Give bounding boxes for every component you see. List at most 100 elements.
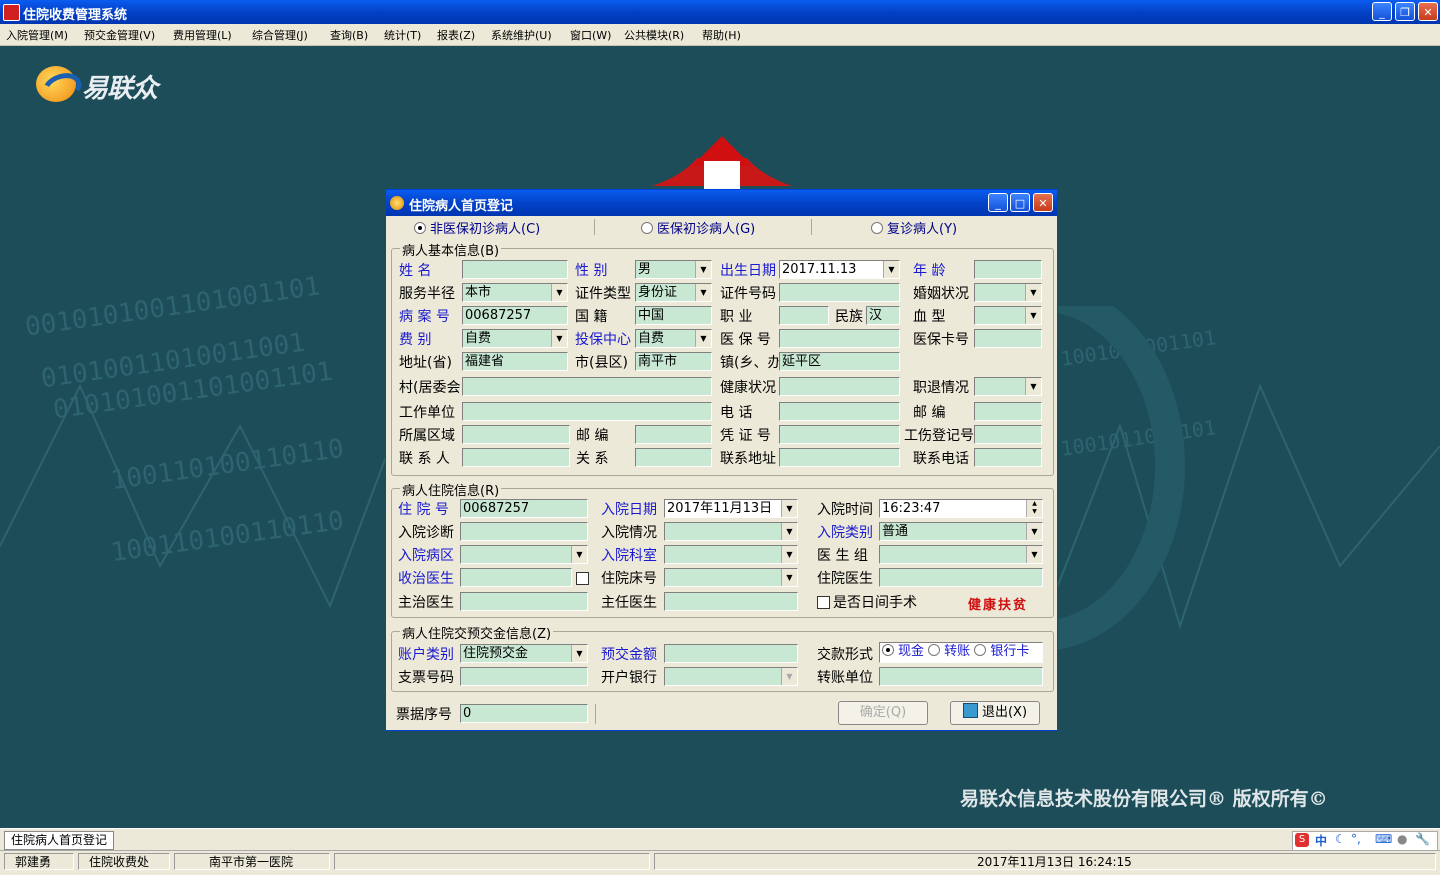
id-type-select[interactable]: 身份证 ▼ <box>635 283 712 302</box>
menu-public[interactable]: 公共模块(R) <box>624 27 684 43</box>
id-no-input[interactable] <box>779 283 900 302</box>
postcode-input[interactable] <box>974 402 1042 421</box>
job-input[interactable] <box>779 306 829 325</box>
chevron-down-icon[interactable]: ▼ <box>883 261 899 278</box>
bank-select[interactable]: ▼ <box>664 667 798 686</box>
chevron-down-icon[interactable]: ▼ <box>1025 307 1041 324</box>
admit-type-select[interactable]: 普通 ▼ <box>879 522 1043 541</box>
menu-reports[interactable]: 报表(Z) <box>437 27 475 43</box>
inpatient-no-input[interactable]: 00687257 <box>460 499 588 518</box>
menu-help[interactable]: 帮助(H) <box>702 27 741 43</box>
ethnic-input[interactable]: 汉 <box>866 306 900 325</box>
pay-cash-radio[interactable]: 现金 <box>882 644 924 659</box>
menu-window[interactable]: 窗口(W) <box>570 27 611 43</box>
ok-button[interactable]: 确定(Q) <box>838 701 928 725</box>
fee-type-select[interactable]: 自费 ▼ <box>462 329 568 348</box>
app-icon[interactable] <box>3 4 20 21</box>
chevron-down-icon[interactable]: ▼ <box>551 284 567 301</box>
ward-select[interactable]: ▼ <box>460 545 588 564</box>
phone-input[interactable] <box>779 402 900 421</box>
chevron-down-icon[interactable]: ▼ <box>781 569 797 586</box>
chevron-down-icon[interactable]: ▼ <box>571 645 587 662</box>
contact-addr-input[interactable] <box>779 448 900 467</box>
attending-checkbox[interactable] <box>576 572 589 585</box>
tab-non-insured-new[interactable]: 非医保初诊病人(C) <box>414 218 540 237</box>
chevron-down-icon[interactable]: ▼ <box>781 546 797 563</box>
account-type-select[interactable]: 住院预交金 ▼ <box>460 644 588 663</box>
dept-select[interactable]: ▼ <box>664 545 798 564</box>
menu-stats[interactable]: 统计(T) <box>384 27 421 43</box>
chevron-down-icon[interactable]: ▼ <box>781 523 797 540</box>
contact-input[interactable] <box>462 448 570 467</box>
chevron-down-icon[interactable]: ▼ <box>781 500 797 517</box>
exit-button[interactable]: 退出(X) <box>950 701 1040 725</box>
record-no-input[interactable]: 00687257 <box>462 306 568 325</box>
bed-select[interactable]: ▼ <box>664 568 798 587</box>
restore-button[interactable]: ❐ <box>1395 2 1415 21</box>
tab-insured-new[interactable]: 医保初诊病人(G) <box>641 218 755 237</box>
chevron-down-icon[interactable]: ▼ <box>781 668 797 685</box>
work-unit-input[interactable] <box>462 402 712 421</box>
postcode-2-input[interactable] <box>635 425 712 444</box>
menu-query[interactable]: 查询(B) <box>330 27 368 43</box>
city-input[interactable]: 南平市 <box>635 352 712 371</box>
health-input[interactable] <box>779 377 900 396</box>
director-input[interactable] <box>664 592 798 611</box>
spinner-arrows-icon[interactable]: ▲ ▼ <box>1026 500 1042 517</box>
insure-center-select[interactable]: 自费 ▼ <box>635 329 712 348</box>
wrench-icon[interactable]: 🔧 <box>1415 832 1430 846</box>
dialog-maximize-button[interactable]: □ <box>1010 193 1030 212</box>
blood-select[interactable]: ▼ <box>974 306 1042 325</box>
relation-input[interactable] <box>635 448 712 467</box>
moon-icon[interactable]: ☾ <box>1335 832 1346 846</box>
attending-input[interactable] <box>460 568 572 587</box>
keyboard-icon[interactable]: ⌨ <box>1375 832 1392 846</box>
retire-select[interactable]: ▼ <box>974 377 1042 396</box>
chevron-down-icon[interactable]: ▼ <box>695 284 711 301</box>
chevron-down-icon[interactable]: ▼ <box>1025 284 1041 301</box>
chevron-down-icon[interactable]: ▼ <box>1026 546 1042 563</box>
tab-returning[interactable]: 复诊病人(Y) <box>871 218 957 237</box>
amount-input[interactable] <box>664 644 798 663</box>
nationality-input[interactable]: 中国 <box>635 306 712 325</box>
resident-input[interactable] <box>879 568 1043 587</box>
transfer-unit-input[interactable] <box>879 667 1043 686</box>
marriage-select[interactable]: ▼ <box>974 283 1042 302</box>
minimize-button[interactable]: _ <box>1372 2 1392 21</box>
chevron-down-icon[interactable]: ▼ <box>571 546 587 563</box>
doctor-group-select[interactable]: ▼ <box>879 545 1043 564</box>
receipt-no-input[interactable]: 0 <box>460 704 588 723</box>
sogou-icon[interactable]: S <box>1295 833 1309 847</box>
chevron-down-icon[interactable]: ▼ <box>1025 378 1041 395</box>
admit-diag-input[interactable] <box>460 522 588 541</box>
chevron-down-icon[interactable]: ▼ <box>695 261 711 278</box>
user-icon[interactable]: ● <box>1397 832 1407 846</box>
admit-cond-select[interactable]: ▼ <box>664 522 798 541</box>
dialog-minimize-button[interactable]: _ <box>988 193 1008 212</box>
menu-system[interactable]: 系统维护(U) <box>491 27 552 43</box>
insure-no-input[interactable] <box>779 329 900 348</box>
chevron-down-icon[interactable]: ▼ <box>695 330 711 347</box>
town-input[interactable]: 延平区 <box>779 352 900 371</box>
menu-deposit[interactable]: 预交金管理(V) <box>84 27 155 43</box>
dialog-close-button[interactable]: ✕ <box>1033 193 1053 212</box>
contact-phone-input[interactable] <box>974 448 1042 467</box>
check-no-input[interactable] <box>460 667 588 686</box>
birth-date-picker[interactable]: 2017.11.13 ▼ <box>779 260 900 279</box>
chevron-down-icon[interactable]: ▼ <box>1026 523 1042 540</box>
close-button[interactable]: ✕ <box>1418 2 1438 21</box>
pay-transfer-radio[interactable]: 转账 <box>928 644 970 659</box>
cert-no-input[interactable] <box>779 425 900 444</box>
name-input[interactable] <box>462 260 568 279</box>
menu-admission[interactable]: 入院管理(M) <box>6 27 68 43</box>
punctuation-icon[interactable]: °, <box>1351 832 1361 846</box>
pay-bankcard-radio[interactable]: 银行卡 <box>974 644 1029 659</box>
area-input[interactable] <box>462 425 570 444</box>
injury-no-input[interactable] <box>974 425 1042 444</box>
menu-fees[interactable]: 费用管理(L) <box>173 27 232 43</box>
task-tab-registration[interactable]: 住院病人首页登记 <box>4 831 115 850</box>
day-surgery-checkbox[interactable] <box>817 596 830 609</box>
province-input[interactable]: 福建省 <box>462 352 568 371</box>
sex-select[interactable]: 男 ▼ <box>635 260 712 279</box>
menu-general[interactable]: 综合管理(J) <box>252 27 308 43</box>
